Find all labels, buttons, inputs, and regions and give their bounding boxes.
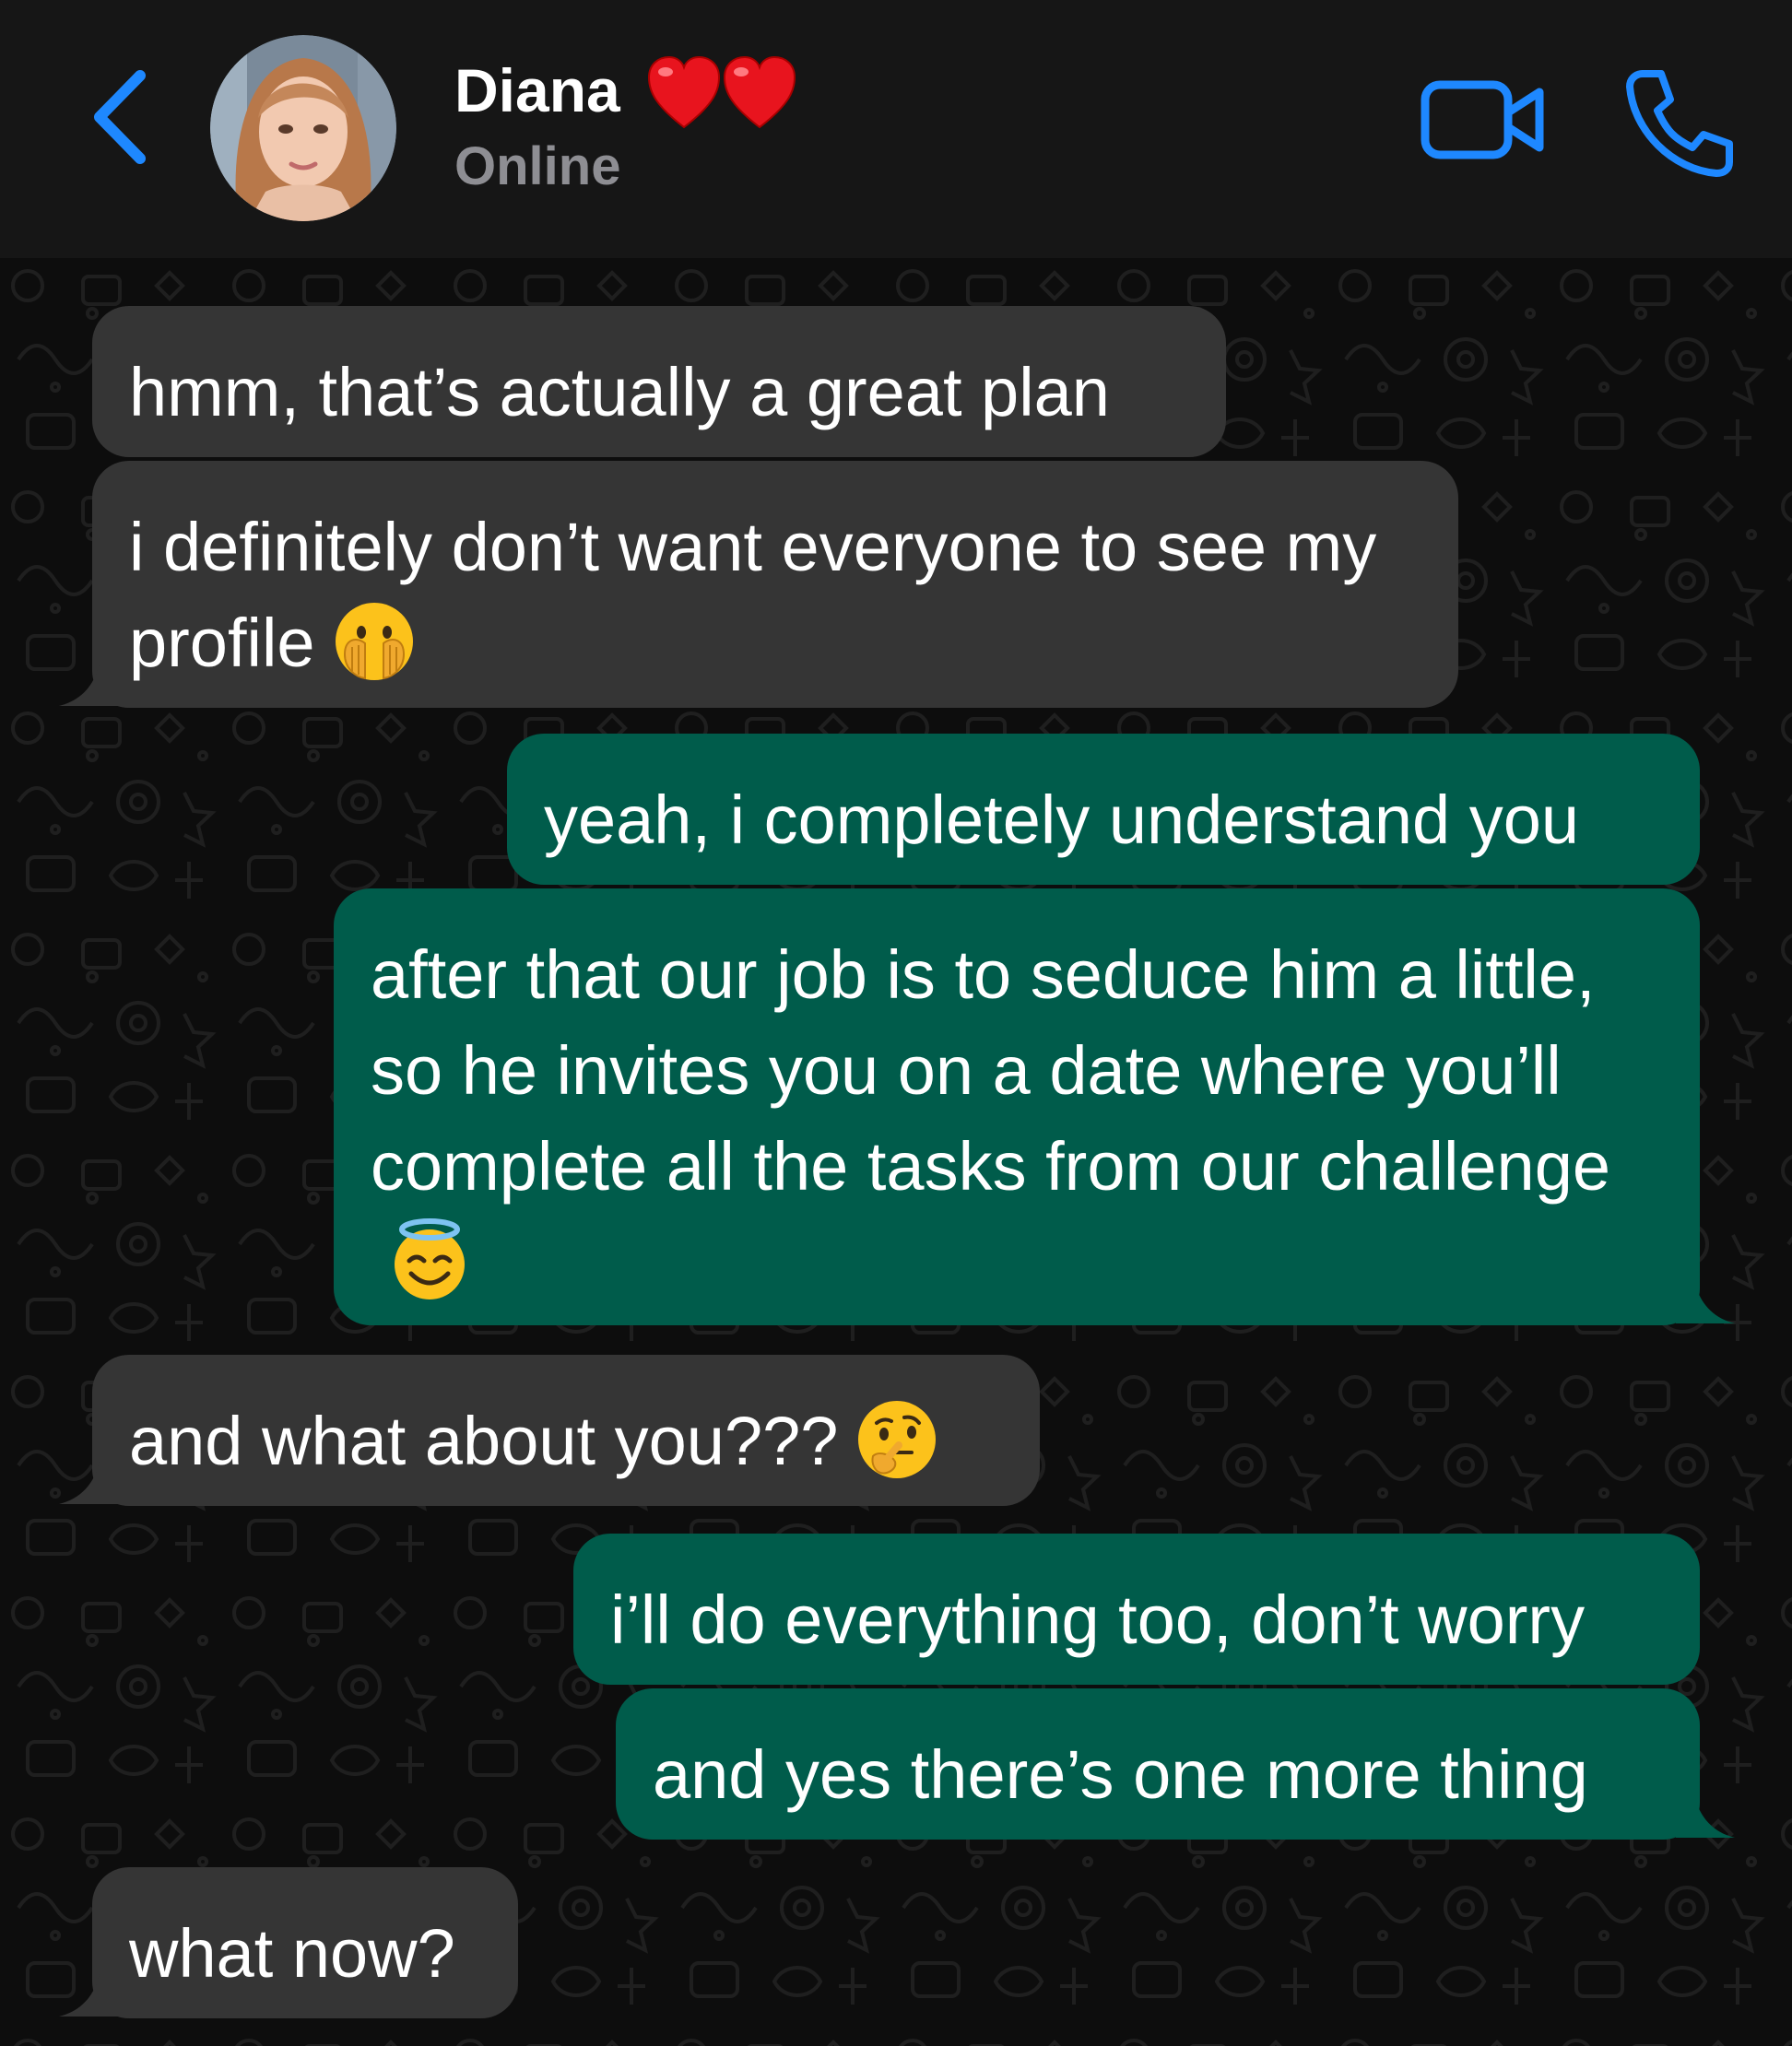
bubble-tail: [59, 664, 118, 706]
message-bubble-outgoing[interactable]: after that our job is to seduce him a li…: [334, 888, 1700, 1325]
bubble-tail: [59, 1974, 118, 2017]
message-text: and yes there’s one more thing: [653, 1736, 1588, 1813]
message-bubble-incoming[interactable]: i definitely don’t want everyone to see …: [92, 461, 1458, 708]
message-list: hmm, that’s actually a great plan i defi…: [0, 258, 1792, 2046]
phone-icon[interactable]: [1624, 66, 1737, 179]
message-text: after that our job is to seduce him a li…: [371, 936, 1611, 1205]
contact-status: Online: [454, 136, 621, 196]
bubble-tail: [1676, 1281, 1735, 1323]
bubble-tail: [1676, 1795, 1735, 1838]
message-text: yeah, i completely understand you: [544, 782, 1580, 858]
message-bubble-incoming[interactable]: what now?: [92, 1867, 518, 2018]
chat-screen: Diana Online hmm, that’s actually a grea…: [0, 0, 1792, 2046]
contact-name[interactable]: Diana: [454, 53, 620, 127]
message-text: and what about you???: [129, 1403, 839, 1479]
avatar[interactable]: [210, 35, 396, 221]
thinking-face-emoji-icon: [858, 1401, 937, 1479]
message-bubble-incoming[interactable]: hmm, that’s actually a great plan: [92, 306, 1226, 457]
message-bubble-outgoing[interactable]: i’ll do everything too, don’t worry: [573, 1534, 1700, 1685]
red-hearts-icon: [647, 55, 796, 129]
message-bubble-outgoing[interactable]: and yes there’s one more thing: [616, 1688, 1700, 1840]
chevron-left-icon[interactable]: [83, 66, 157, 168]
smiling-face-with-halo-emoji-icon: [395, 1218, 465, 1300]
hand-over-mouth-emoji-icon: [335, 603, 413, 681]
chat-header: Diana Online: [0, 0, 1792, 258]
message-text: what now?: [129, 1915, 455, 1992]
message-text: hmm, that’s actually a great plan: [129, 354, 1110, 430]
message-bubble-incoming[interactable]: and what about you???: [92, 1355, 1040, 1506]
bubble-tail: [59, 1462, 118, 1504]
message-bubble-outgoing[interactable]: yeah, i completely understand you: [507, 734, 1700, 885]
message-text: i definitely don’t want everyone to see …: [129, 509, 1377, 681]
video-camera-icon[interactable]: [1420, 74, 1549, 166]
message-text: i’ll do everything too, don’t worry: [610, 1582, 1586, 1658]
